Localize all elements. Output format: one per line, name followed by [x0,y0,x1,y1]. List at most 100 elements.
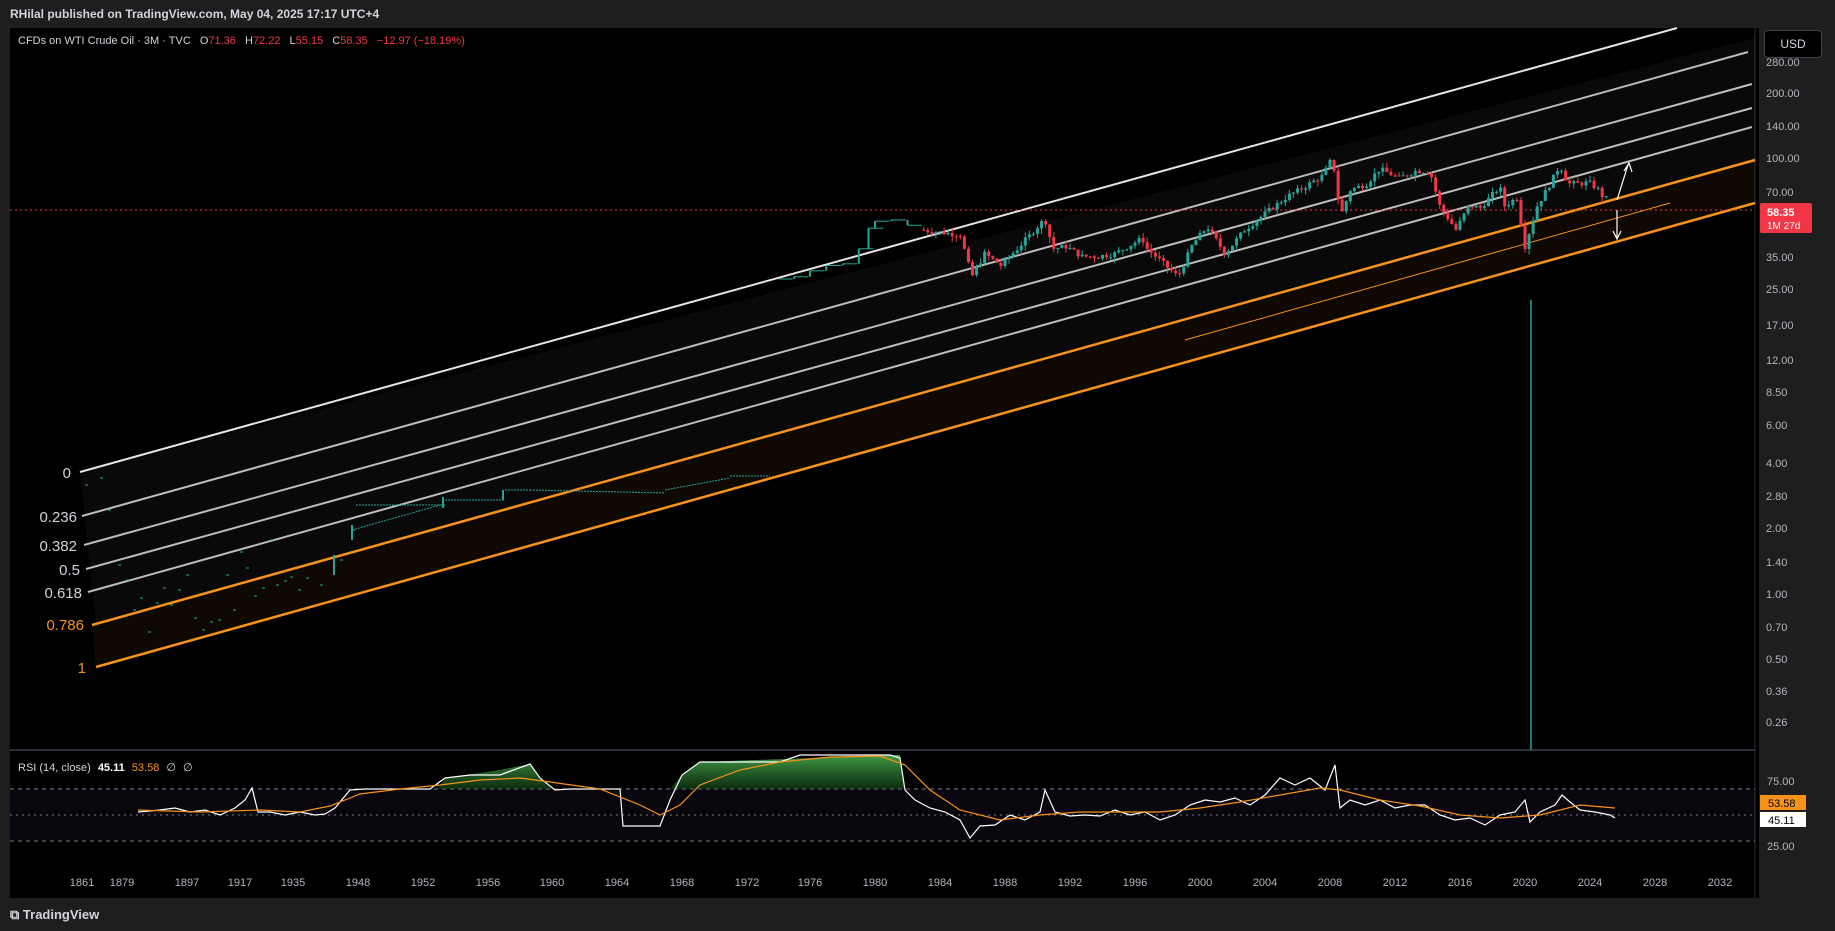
candle-body [1458,220,1462,230]
candle-body [1446,211,1450,220]
fib-labels: 0 0.236 0.382 0.5 0.618 0.786 1 [39,465,86,677]
price-tick-label: 280.00 [1766,57,1800,69]
candle-body [1604,196,1608,198]
candle-body [1214,231,1218,239]
candle-body [1426,173,1429,175]
candle-body [1511,199,1515,206]
candle-body [1182,266,1186,274]
price-axis[interactable]: 280.00 200.00 140.00 100.00 70.00 35.00 25.00 1… [1766,57,1800,729]
candle-body [1336,170,1340,200]
candle-body [1048,224,1052,238]
candle-body [1218,238,1222,247]
candle-body [1401,175,1405,177]
fib-line-0.5[interactable] [85,107,1753,570]
time-tick-label: 2020 [1513,877,1537,889]
candle-body [1584,181,1588,186]
candle-body [1474,205,1478,208]
time-tick-label: 1984 [928,877,952,889]
candle-body [1263,211,1267,217]
price-tick-label: 0.26 [1766,717,1787,729]
candle-body [1023,237,1027,246]
candle-body [1551,174,1555,188]
symbol-legend[interactable]: CFDs on WTI Crude Oil · 3M · TVC O71.36 … [18,35,465,47]
rsi-ma-value: 53.58 [131,762,160,774]
candle-body [1417,170,1421,174]
time-tick-label: 1879 [110,877,134,889]
candle-body [1210,229,1214,232]
candle-body [1482,206,1486,208]
rsi-label: RSI (14, close) [18,762,91,774]
candle-body [995,258,999,263]
bottom-bar [0,898,1835,931]
candle-body [1385,167,1389,172]
candle-body [942,231,946,235]
candle-body [1076,249,1080,257]
candle-body [983,251,987,264]
candle-body [1190,245,1194,253]
candle-body [1194,240,1198,246]
time-tick-label: 1964 [605,877,629,889]
candle-body [979,263,983,267]
candle-body [1434,177,1438,192]
high-value: 72.22 [252,35,281,47]
candle-body [926,230,930,233]
candle-body [1486,197,1490,207]
candle-body [950,232,954,237]
fib-label-0.618: 0.618 [44,585,82,602]
tradingview-logo[interactable]: ⧉ TradingView [10,907,99,923]
time-tick-label: 1917 [228,877,252,889]
candle-body [1478,205,1482,208]
candle-body [1344,201,1348,212]
price-tick-label: 70.00 [1766,187,1794,199]
candle-body [1308,182,1312,189]
time-tick-label: 2012 [1383,877,1407,889]
candle-body [1113,252,1117,258]
rsi-na-2: ∅ [183,762,193,774]
rsi-legend[interactable]: RSI (14, close) 45.11 53.58 ∅ ∅ [18,761,193,774]
fib-label-0.236: 0.236 [39,509,77,526]
candle-body [1316,180,1320,182]
candle-body [1369,181,1373,187]
candle-body [1007,257,1011,259]
candle-body [1547,187,1551,190]
price-tick-label: 100.00 [1766,153,1800,165]
candle-body [1072,248,1076,250]
low-value: 55.15 [295,35,324,47]
price-tick-label: 0.36 [1766,686,1787,698]
open-value: 71.36 [208,35,236,47]
candle-body [1324,167,1328,175]
candle-body [1271,207,1275,210]
time-tick-label: 2032 [1708,877,1732,889]
time-tick-label: 1960 [540,877,564,889]
fib-label-0.786: 0.786 [46,617,84,634]
fib-channel-fill [80,38,1755,625]
fib-line-0.382[interactable] [83,83,1753,546]
candle-body [1454,223,1458,230]
candle-body [1149,248,1153,253]
time-tick-label: 2004 [1253,877,1277,889]
candle-body [1247,228,1251,232]
time-tick-label: 1956 [476,877,500,889]
candle-body [1121,249,1125,251]
candle-body [1588,180,1592,182]
candle-body [934,232,938,234]
price-tick-label: 2.00 [1766,523,1787,535]
candle-body [1543,189,1547,202]
price-chart[interactable]: 0 0.236 0.382 0.5 0.618 0.786 1 280.00 20… [0,0,1835,931]
fib-line-0.236[interactable] [81,51,1749,517]
candle-body [1373,173,1377,182]
rsi-band-fill [10,789,1755,841]
time-tick-label: 1952 [411,877,435,889]
currency-button[interactable]: USD [1764,30,1822,58]
time-tick-label: 2024 [1578,877,1602,889]
fib-line-0.618[interactable] [87,126,1753,593]
candle-body [1556,171,1559,175]
last-price-value: 58.35 [1767,207,1795,219]
candle-body [1283,200,1287,203]
time-tick-label: 1968 [670,877,694,889]
candle-body [1031,233,1035,235]
candle-body [1348,191,1352,202]
candle-body [1381,167,1385,172]
time-axis[interactable]: 1861 1879 1897 1917 1935 1948 1952 1956 1960 1964… [70,877,1732,889]
time-tick-label: 1976 [798,877,822,889]
